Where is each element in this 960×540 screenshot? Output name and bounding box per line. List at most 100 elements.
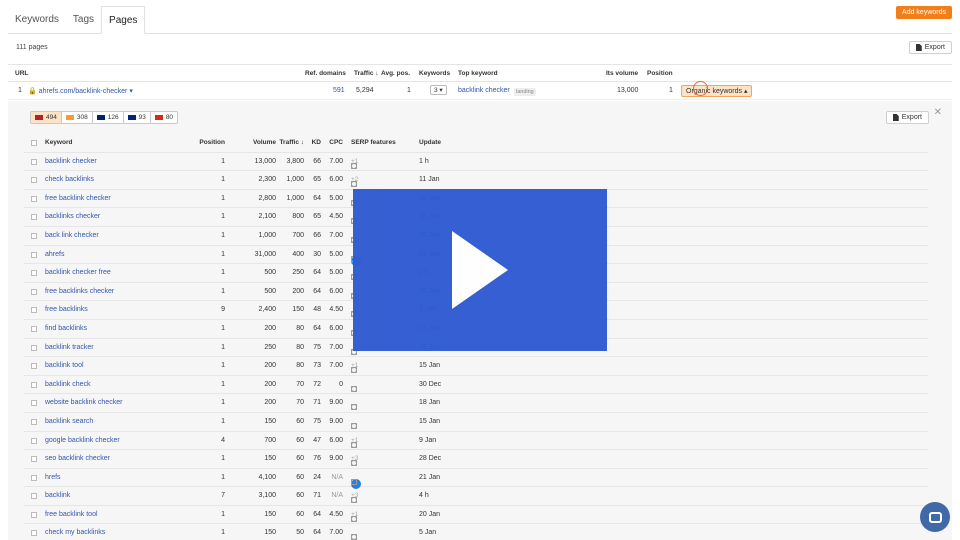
video-overlay[interactable]	[353, 189, 607, 351]
keyword-link[interactable]: website backlink checker	[45, 399, 122, 406]
country-gb[interactable]: 126	[93, 112, 124, 123]
tab-keywords[interactable]: Keywords	[8, 6, 66, 33]
keywords-dropdown[interactable]: 3 ▾	[430, 85, 447, 95]
row-checkbox[interactable]	[31, 418, 37, 425]
col-kd[interactable]: KD	[312, 139, 321, 146]
page-url-link[interactable]: 🔒 ahrefs.com/backlink-checker ▾	[28, 87, 133, 95]
col-position[interactable]: Position	[647, 70, 673, 77]
volume-value: 200	[264, 380, 276, 388]
keyword-link[interactable]: hrefs	[45, 474, 61, 481]
row-checkbox[interactable]	[31, 232, 37, 239]
cpc-value: 0	[339, 380, 343, 388]
col-keywords[interactable]: Keywords	[419, 70, 450, 77]
page-url-text: ahrefs.com/backlink-checker ▾	[38, 88, 133, 95]
add-keywords-button[interactable]: Add keywords	[896, 6, 952, 19]
col-volume[interactable]: Volume	[253, 139, 276, 146]
keyword-link[interactable]: back link checker	[45, 232, 99, 239]
chat-button[interactable]	[920, 502, 950, 532]
keyword-link[interactable]: free backlink tool	[45, 511, 98, 518]
row-checkbox[interactable]	[31, 344, 37, 351]
export-button[interactable]: Export	[908, 41, 952, 54]
row-checkbox[interactable]	[31, 288, 37, 295]
keyword-link[interactable]: backlink search	[45, 418, 93, 425]
position-value: 1	[221, 176, 225, 184]
position-value: 1	[221, 529, 225, 537]
traffic-value: 80	[296, 324, 304, 332]
ref-domains-value[interactable]: 591	[333, 87, 345, 94]
col-ref-domains[interactable]: Ref. domains	[305, 70, 346, 77]
row-checkbox[interactable]	[31, 456, 37, 463]
update-value: 30 Dec	[419, 380, 442, 388]
position-value: 1	[221, 380, 225, 388]
keyword-link[interactable]: backlink tracker	[45, 344, 94, 351]
traffic-value: 60	[296, 473, 304, 481]
col-avg-pos[interactable]: Avg. pos.	[381, 70, 410, 77]
row-checkbox[interactable]	[31, 158, 37, 165]
top-keyword-link[interactable]: backlink checker	[458, 87, 510, 94]
country-us[interactable]: 494	[31, 112, 62, 123]
keyword-link[interactable]: google backlink checker	[45, 437, 120, 444]
select-all-checkbox[interactable]	[31, 140, 37, 146]
keyword-link[interactable]: find backlinks	[45, 325, 87, 332]
col-traffic[interactable]: Traffic ↓	[279, 139, 304, 146]
country-au[interactable]: 93	[124, 112, 151, 123]
row-checkbox[interactable]	[31, 400, 37, 407]
serp-features: +1	[351, 362, 358, 374]
keyword-link[interactable]: free backlinks checker	[45, 288, 114, 295]
col-serp-features[interactable]: SERP features	[351, 139, 396, 146]
keyword-link[interactable]: backlink	[45, 492, 70, 499]
row-checkbox[interactable]	[31, 511, 37, 518]
keyword-link[interactable]: backlinks checker	[45, 213, 100, 220]
row-checkbox[interactable]	[31, 270, 37, 277]
traffic-value: 60	[296, 510, 304, 518]
table-row: free backlink tool 1 150 60 64 4.50 +1 20 Jan	[24, 506, 928, 525]
col-url[interactable]: URL	[15, 70, 28, 77]
col-update[interactable]: Update	[419, 139, 441, 146]
kd-value: 64	[313, 529, 321, 537]
keyword-link[interactable]: backlink check	[45, 381, 91, 388]
tab-tags[interactable]: Tags	[66, 6, 101, 33]
row-checkbox[interactable]	[31, 251, 37, 258]
col-cpc[interactable]: CPC	[329, 139, 343, 146]
close-icon[interactable]: ✕	[934, 107, 942, 118]
col-its-volume[interactable]: Its volume	[606, 70, 638, 77]
keyword-link[interactable]: check backlinks	[45, 176, 94, 183]
row-checkbox[interactable]	[31, 493, 37, 500]
row-checkbox[interactable]	[31, 381, 37, 388]
organic-keywords-button[interactable]: Organic keywords ▴	[681, 85, 753, 97]
col-keyword[interactable]: Keyword	[45, 139, 72, 146]
country-in[interactable]: 308	[62, 112, 93, 123]
col-top-keyword[interactable]: Top keyword	[458, 70, 498, 77]
position-value: 1	[221, 287, 225, 295]
row-checkbox[interactable]	[31, 437, 37, 444]
keyword-link[interactable]: ahrefs	[45, 251, 64, 258]
row-checkbox[interactable]	[31, 530, 37, 537]
panel-export-button[interactable]: Export	[885, 111, 929, 124]
row-checkbox[interactable]	[31, 325, 37, 332]
keyword-link[interactable]: backlink checker free	[45, 269, 111, 276]
keyword-link[interactable]: seo backlink checker	[45, 455, 110, 462]
kd-value: 76	[313, 455, 321, 463]
row-checkbox[interactable]	[31, 195, 37, 202]
col-traffic[interactable]: Traffic ↓	[354, 70, 379, 77]
update-value: 15 Jan	[419, 417, 441, 425]
col-position[interactable]: Position	[199, 139, 225, 146]
keyword-link[interactable]: backlink checker	[45, 158, 97, 165]
tab-pages[interactable]: Pages	[101, 6, 146, 34]
traffic-value: 70	[296, 380, 304, 388]
news-icon	[351, 497, 357, 504]
kd-value: 30	[313, 250, 321, 258]
keyword-link[interactable]: free backlinks	[45, 306, 88, 313]
row-checkbox[interactable]	[31, 474, 37, 481]
country-ca[interactable]: 80	[151, 112, 177, 123]
row-checkbox[interactable]	[31, 214, 37, 221]
export-label: Export	[924, 44, 945, 51]
row-checkbox[interactable]	[31, 177, 37, 184]
position-value: 9	[221, 306, 225, 314]
row-checkbox[interactable]	[31, 307, 37, 314]
play-icon[interactable]	[452, 231, 508, 309]
keyword-link[interactable]: backlink tool	[45, 362, 84, 369]
keyword-link[interactable]: check my backlinks	[45, 529, 105, 536]
row-checkbox[interactable]	[31, 363, 37, 370]
keyword-link[interactable]: free backlink checker	[45, 195, 111, 202]
